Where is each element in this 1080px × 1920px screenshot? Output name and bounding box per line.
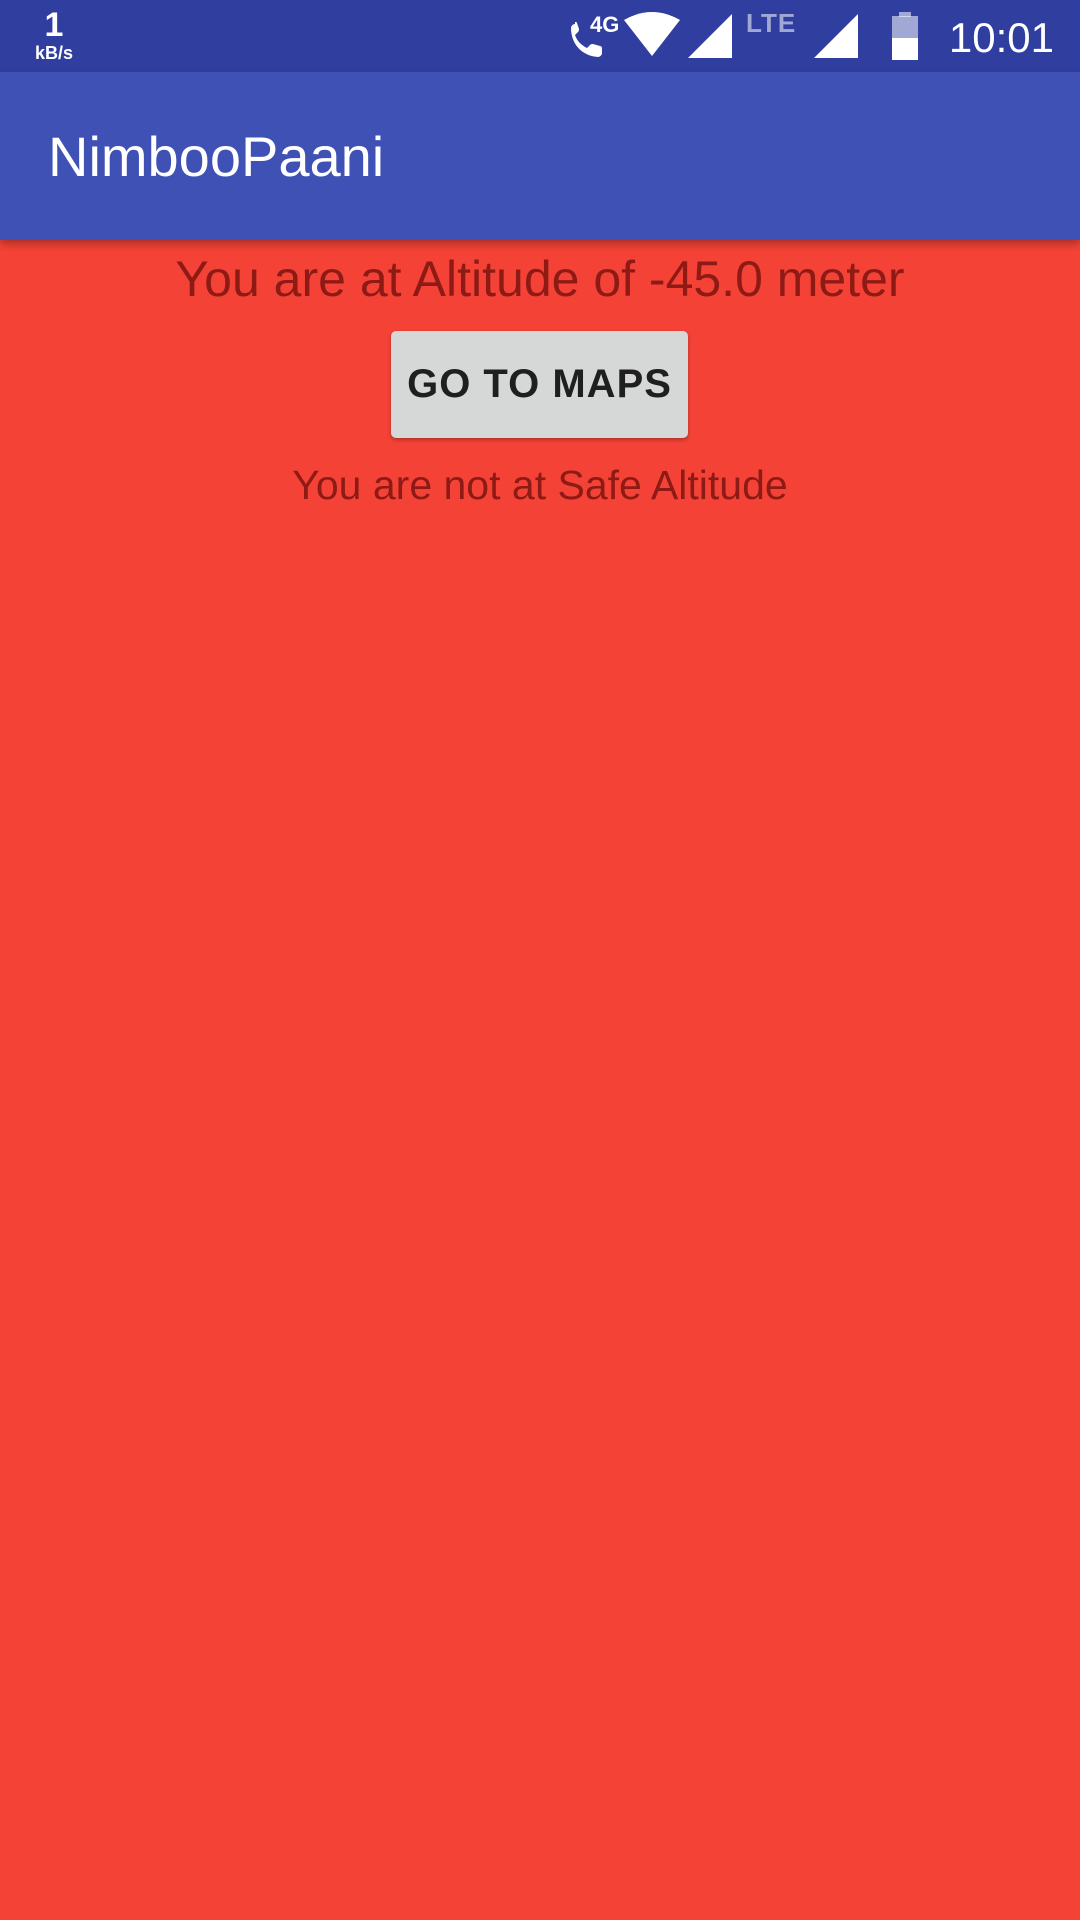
lte-label: LTE (746, 8, 797, 38)
altitude-text: You are at Altitude of -45.0 meter (175, 251, 905, 307)
status-bar: 1 kB/s 4G LTE 10:01 (0, 0, 1080, 72)
network-speed-value: 1 (44, 6, 64, 44)
safety-status-text: You are not at Safe Altitude (292, 462, 788, 508)
app-title: NimbooPaani (48, 125, 385, 188)
app-bar: NimbooPaani (0, 72, 1080, 240)
call-network-label: 4G (590, 12, 620, 37)
network-speed-unit: kB/s (34, 43, 74, 63)
network-speed-indicator: 1 kB/s (30, 8, 78, 62)
lte-signal-icon (814, 14, 858, 58)
call-4g-icon: 4G (566, 12, 619, 62)
go-to-maps-button[interactable]: GO TO MAPS (391, 331, 688, 438)
wifi-icon (624, 12, 680, 58)
signal-icon (688, 14, 732, 58)
battery-icon (890, 12, 920, 60)
status-clock: 10:01 (948, 14, 1054, 61)
main-content: You are at Altitude of -45.0 meter GO TO… (0, 240, 1080, 1920)
